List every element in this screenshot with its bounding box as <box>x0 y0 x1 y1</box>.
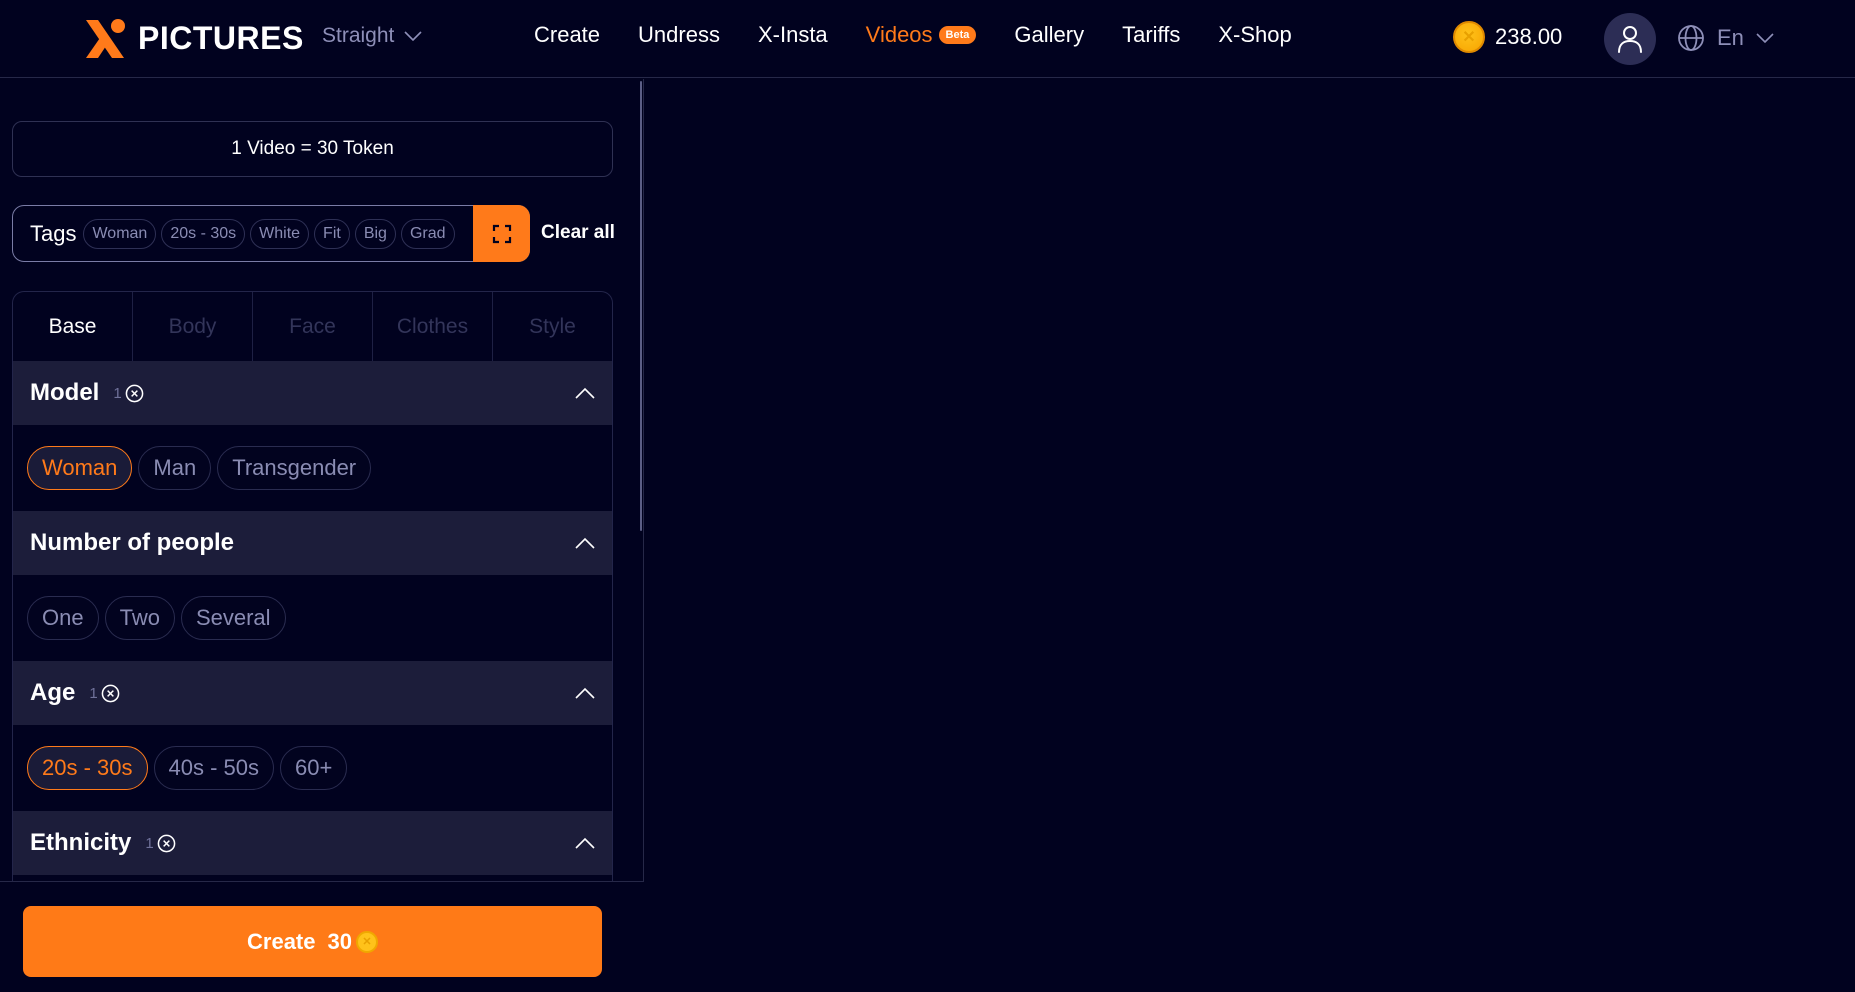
tab-base[interactable]: Base <box>13 292 133 361</box>
option-man[interactable]: Man <box>138 446 212 490</box>
count-value: 1 <box>113 384 122 402</box>
orientation-label: Straight <box>322 24 395 47</box>
option-40s-50s[interactable]: 40s - 50s <box>153 746 274 790</box>
nav-x-insta[interactable]: X-Insta <box>758 22 828 48</box>
option-transgender[interactable]: Transgender <box>217 446 372 490</box>
model-options: Woman Man Transgender <box>13 425 612 511</box>
tab-style[interactable]: Style <box>493 292 612 361</box>
sidebar-scrollbar[interactable] <box>640 81 642 531</box>
nav-videos[interactable]: Videos Beta <box>866 22 977 48</box>
coin-icon: ✕ <box>1453 21 1485 53</box>
count-value: 1 <box>89 684 98 702</box>
top-header: PICTURES Straight Create Undress X-Insta… <box>0 0 1855 78</box>
create-cost: 30 ✕ <box>328 929 378 955</box>
tag-chip[interactable]: 20s - 30s <box>161 218 246 249</box>
nav-label: Videos <box>865 22 933 47</box>
section-title: Age <box>30 679 76 706</box>
tag-chip[interactable]: Big <box>354 218 396 249</box>
tag-chip[interactable]: Grad <box>400 218 455 249</box>
create-bar: Create 30 ✕ <box>0 881 644 992</box>
create-label: Create <box>247 928 316 954</box>
options-panel: Base Body Face Clothes Style Model 1 Wom… <box>12 291 613 881</box>
clear-selection-icon[interactable] <box>125 384 144 403</box>
chevron-up-icon <box>575 537 595 549</box>
create-button[interactable]: Create 30 ✕ <box>23 906 602 977</box>
balance-value: 238.00 <box>1495 24 1563 49</box>
user-avatar-button[interactable] <box>1604 13 1656 65</box>
chevron-up-icon <box>575 387 595 399</box>
nav-label: Create <box>534 22 601 47</box>
tag-chip[interactable]: Woman <box>83 218 157 249</box>
cost-value: 30 <box>327 928 352 954</box>
section-header-age[interactable]: Age 1 <box>13 661 612 725</box>
nav-tariffs[interactable]: Tariffs <box>1122 22 1180 48</box>
option-woman[interactable]: Woman <box>27 446 133 490</box>
token-cost-info: 1 Video = 30 Token <box>12 121 613 177</box>
tab-face[interactable]: Face <box>253 292 373 361</box>
nav-label: Tariffs <box>1122 22 1181 47</box>
chevron-up-icon <box>575 837 595 849</box>
section-title: Number of people <box>30 529 235 556</box>
clear-selection-icon[interactable] <box>101 684 120 703</box>
selection-count: 1 <box>113 384 144 403</box>
tag-chip[interactable]: Fit <box>314 218 350 249</box>
nav-label: Gallery <box>1014 22 1085 47</box>
logo[interactable]: PICTURES <box>84 16 304 60</box>
nav-create[interactable]: Create <box>534 22 600 48</box>
chevron-down-icon <box>1756 33 1774 43</box>
tags-label: Tags <box>30 220 77 246</box>
number-of-people-options: One Two Several <box>13 575 612 661</box>
language-label: En <box>1717 25 1744 50</box>
video-preview-area <box>645 79 1855 992</box>
selected-tags-bar: Tags Woman 20s - 30s White Fit Big Grad <box>12 205 530 262</box>
section-header-number-of-people[interactable]: Number of people <box>13 511 612 575</box>
age-options: 20s - 30s 40s - 50s 60+ <box>13 725 612 811</box>
category-tabs: Base Body Face Clothes Style <box>13 292 612 361</box>
section-header-ethnicity[interactable]: Ethnicity 1 <box>13 811 612 875</box>
clear-selection-icon[interactable] <box>157 834 176 853</box>
x-logo-icon <box>86 19 125 58</box>
nav-x-shop[interactable]: X-Shop <box>1218 22 1291 48</box>
count-value: 1 <box>145 834 154 852</box>
clear-all-button[interactable]: Clear all <box>541 222 615 244</box>
language-selector[interactable]: En <box>1677 24 1774 52</box>
section-title: Model <box>30 379 100 406</box>
nav-label: Undress <box>638 22 720 47</box>
option-20s-30s[interactable]: 20s - 30s <box>27 746 148 790</box>
nav-undress[interactable]: Undress <box>638 22 720 48</box>
nav-label: X-Insta <box>757 22 828 47</box>
section-title: Ethnicity <box>30 829 132 856</box>
user-icon <box>1618 26 1642 53</box>
orientation-dropdown[interactable]: Straight <box>322 24 422 48</box>
tab-clothes[interactable]: Clothes <box>373 292 493 361</box>
chevron-down-icon <box>404 31 422 41</box>
brand-name: PICTURES <box>138 19 304 56</box>
option-one[interactable]: One <box>27 596 99 640</box>
globe-icon <box>1678 25 1704 51</box>
expand-icon <box>492 224 511 243</box>
tab-body[interactable]: Body <box>133 292 253 361</box>
section-header-model[interactable]: Model 1 <box>13 361 612 425</box>
selection-count: 1 <box>89 684 120 703</box>
main-nav: Create Undress X-Insta Videos Beta Galler… <box>534 22 1292 48</box>
selection-count: 1 <box>145 834 176 853</box>
option-two[interactable]: Two <box>104 596 175 640</box>
tag-chip[interactable]: White <box>250 218 310 249</box>
token-balance[interactable]: ✕ 238.00 <box>1453 21 1562 53</box>
option-several[interactable]: Several <box>180 596 286 640</box>
option-60-plus[interactable]: 60+ <box>280 746 348 790</box>
expand-tags-button[interactable] <box>473 205 530 262</box>
coin-icon: ✕ <box>355 930 378 953</box>
nav-label: X-Shop <box>1218 22 1292 47</box>
chevron-up-icon <box>575 687 595 699</box>
beta-badge: Beta <box>938 26 977 44</box>
nav-gallery[interactable]: Gallery <box>1014 22 1084 48</box>
